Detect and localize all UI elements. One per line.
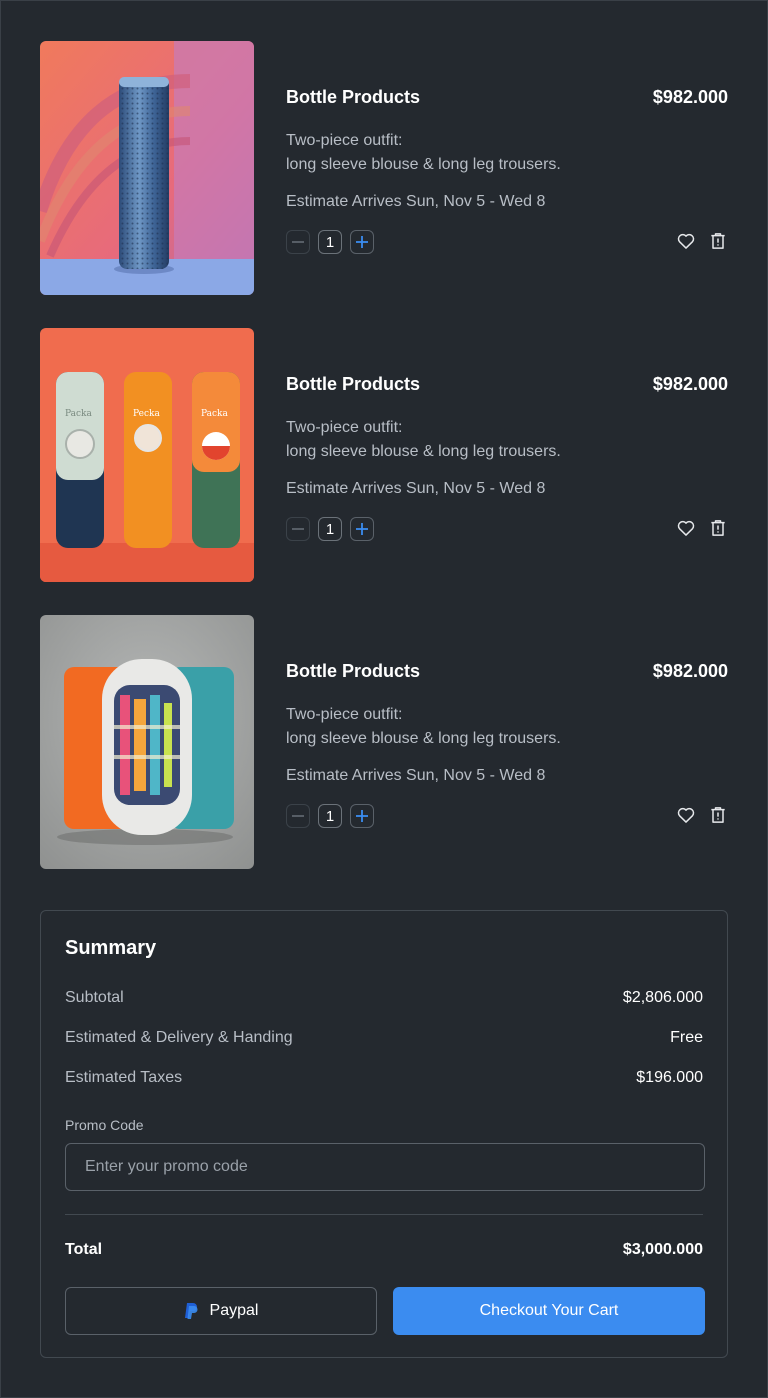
product-description: Two-piece outfit: long sleeve blouse & l… xyxy=(286,129,561,177)
item-info: Bottle Products $982.000 Two-piece outfi… xyxy=(286,41,728,295)
product-image[interactable]: Packa Pecka Packa xyxy=(40,328,254,582)
item-actions xyxy=(676,231,728,251)
product-price: $982.000 xyxy=(652,661,728,681)
item-actions xyxy=(676,805,728,825)
quantity-value[interactable]: 1 xyxy=(318,230,342,254)
quantity-value[interactable]: 1 xyxy=(318,517,342,541)
cart-item: Bottle Products $982.000 Two-piece outfi… xyxy=(40,615,728,869)
delivery-label: Estimated & Delivery & Handing xyxy=(65,1029,293,1046)
product-description: Two-piece outfit: long sleeve blouse & l… xyxy=(286,416,561,464)
delivery-value: Free xyxy=(670,1029,703,1046)
taxes-row: Estimated Taxes $196.000 xyxy=(65,1069,703,1087)
description-line: long sleeve blouse & long leg trousers. xyxy=(286,156,561,173)
product-description: Two-piece outfit: long sleeve blouse & l… xyxy=(286,703,561,751)
delivery-row: Estimated & Delivery & Handing Free xyxy=(65,1029,703,1047)
plus-icon xyxy=(356,523,368,535)
plus-icon xyxy=(356,236,368,248)
subtotal-label: Subtotal xyxy=(65,989,124,1006)
decrease-quantity-button[interactable] xyxy=(286,804,310,828)
product-price: $982.000 xyxy=(652,87,728,107)
minus-icon xyxy=(292,241,304,243)
decrease-quantity-button[interactable] xyxy=(286,517,310,541)
product-image[interactable] xyxy=(40,41,254,295)
decrease-quantity-button[interactable] xyxy=(286,230,310,254)
summary-divider xyxy=(65,1214,703,1215)
quantity-stepper: 1 xyxy=(286,517,374,541)
description-line: long sleeve blouse & long leg trousers. xyxy=(286,443,561,460)
increase-quantity-button[interactable] xyxy=(350,804,374,828)
taxes-value: $196.000 xyxy=(636,1069,703,1086)
delivery-estimate: Estimate Arrives Sun, Nov 5 - Wed 8 xyxy=(286,480,546,497)
summary-title: Summary xyxy=(65,937,157,959)
quantity-stepper: 1 xyxy=(286,804,374,828)
trash-icon[interactable] xyxy=(708,518,728,538)
item-actions xyxy=(676,518,728,538)
product-price: $982.000 xyxy=(652,374,728,394)
heart-icon[interactable] xyxy=(676,518,696,538)
item-info: Bottle Products $982.000 Two-piece outfi… xyxy=(286,328,728,582)
bottle-label: Pecka xyxy=(133,409,160,419)
product-title[interactable]: Bottle Products xyxy=(286,374,420,395)
bottle-label: Packa xyxy=(65,409,93,419)
cart-list: Bottle Products $982.000 Two-piece outfi… xyxy=(40,41,728,902)
promo-code-label: Promo Code xyxy=(65,1117,144,1133)
paypal-button-label: Paypal xyxy=(209,1302,259,1319)
total-row: Total $3,000.000 xyxy=(65,1241,703,1259)
total-value: $3,000.000 xyxy=(622,1241,703,1258)
quantity-stepper: 1 xyxy=(286,230,374,254)
order-summary: Summary Subtotal $2,806.000 Estimated & … xyxy=(40,910,728,1358)
subtotal-row: Subtotal $2,806.000 xyxy=(65,989,703,1007)
delivery-estimate: Estimate Arrives Sun, Nov 5 - Wed 8 xyxy=(286,193,546,210)
description-line: Two-piece outfit: xyxy=(286,132,403,149)
bottle-label: Packa xyxy=(201,409,229,419)
minus-icon xyxy=(292,815,304,817)
taxes-label: Estimated Taxes xyxy=(65,1069,183,1086)
minus-icon xyxy=(292,528,304,530)
promo-code-input[interactable] xyxy=(65,1143,705,1191)
quantity-value[interactable]: 1 xyxy=(318,804,342,828)
checkout-button[interactable]: Checkout Your Cart xyxy=(393,1287,705,1335)
trash-icon[interactable] xyxy=(708,231,728,251)
description-line: long sleeve blouse & long leg trousers. xyxy=(286,730,561,747)
increase-quantity-button[interactable] xyxy=(350,517,374,541)
total-label: Total xyxy=(65,1241,103,1258)
description-line: Two-piece outfit: xyxy=(286,706,403,723)
plus-icon xyxy=(356,810,368,822)
cart-item: Bottle Products $982.000 Two-piece outfi… xyxy=(40,41,728,295)
product-image[interactable] xyxy=(40,615,254,869)
paypal-icon xyxy=(184,1303,198,1319)
heart-icon[interactable] xyxy=(676,231,696,251)
increase-quantity-button[interactable] xyxy=(350,230,374,254)
cart-item: Packa Pecka Packa Bottle Products $982.0… xyxy=(40,328,728,582)
delivery-estimate: Estimate Arrives Sun, Nov 5 - Wed 8 xyxy=(286,767,546,784)
description-line: Two-piece outfit: xyxy=(286,419,403,436)
item-info: Bottle Products $982.000 Two-piece outfi… xyxy=(286,615,728,869)
subtotal-value: $2,806.000 xyxy=(622,989,703,1006)
product-title[interactable]: Bottle Products xyxy=(286,87,420,108)
heart-icon[interactable] xyxy=(676,805,696,825)
trash-icon[interactable] xyxy=(708,805,728,825)
paypal-button[interactable]: Paypal xyxy=(65,1287,377,1335)
checkout-button-label: Checkout Your Cart xyxy=(479,1302,619,1319)
product-title[interactable]: Bottle Products xyxy=(286,661,420,682)
